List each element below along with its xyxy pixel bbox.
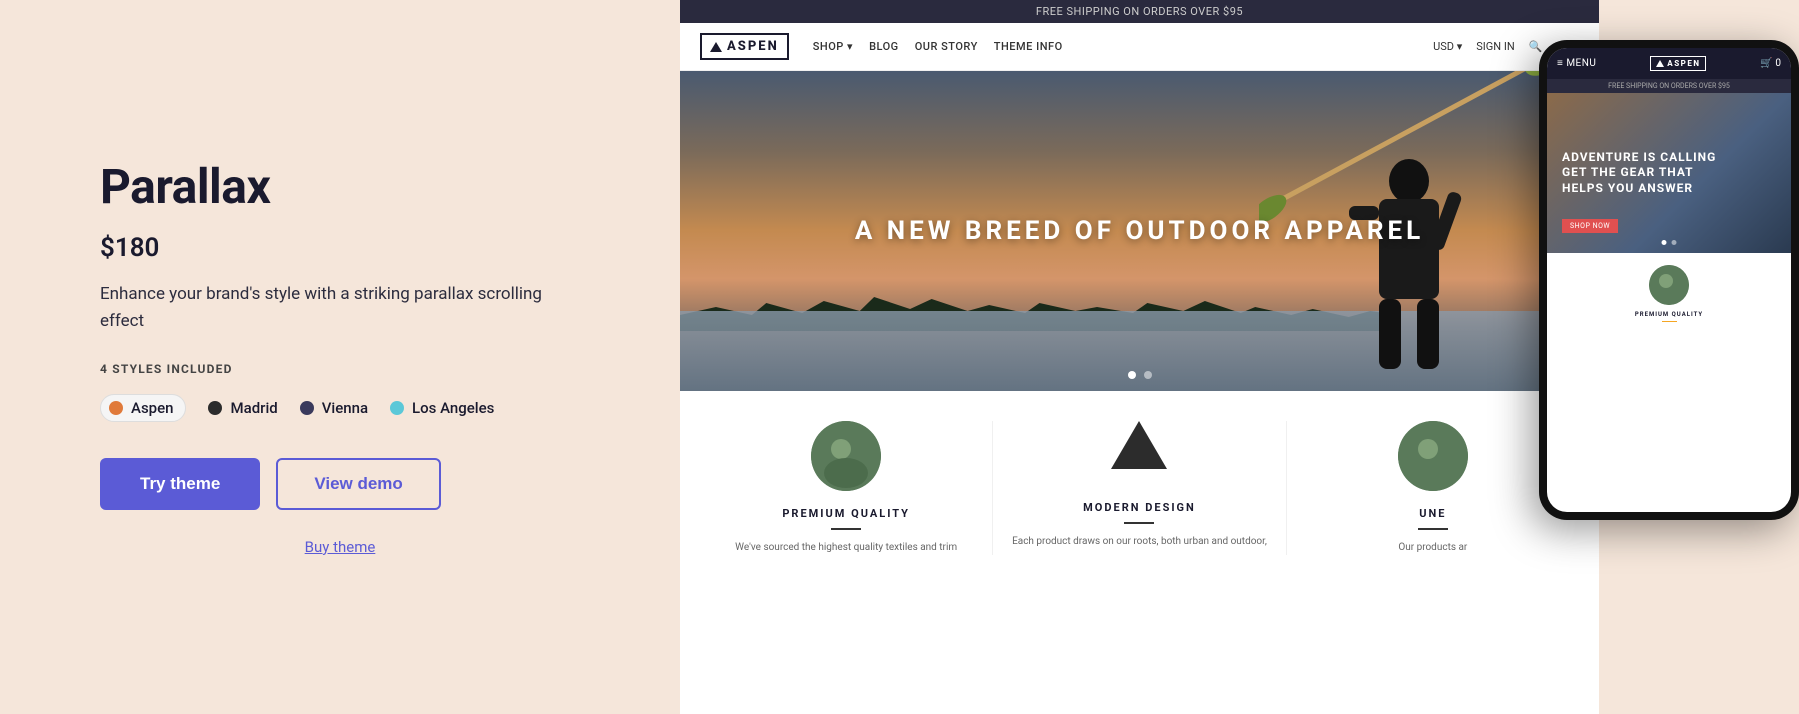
- buy-theme-link[interactable]: Buy theme: [100, 538, 580, 556]
- mobile-hero-text: ADVENTURE IS CALLINGGET THE GEAR THATHEL…: [1562, 150, 1716, 197]
- nav-shop[interactable]: SHOP ▾: [813, 40, 853, 53]
- mobile-feature-1: PREMIUM QUALITY: [1555, 265, 1783, 322]
- hero-overlay: A NEW BREED OF OUTDOOR APPAREL: [680, 71, 1599, 391]
- theme-title: Parallax: [100, 158, 580, 215]
- feature-3-icon: [1398, 421, 1468, 491]
- modern-design-desc: Each product draws on our roots, both ur…: [1008, 534, 1270, 549]
- vienna-label: Vienna: [322, 399, 368, 417]
- style-option-madrid[interactable]: Madrid: [208, 399, 277, 417]
- mobile-logo-text: ASPEN: [1667, 59, 1700, 68]
- style-option-aspen[interactable]: Aspen: [100, 394, 186, 422]
- nav-signin[interactable]: SIGN IN: [1476, 40, 1514, 53]
- premium-quality-icon: [811, 421, 881, 491]
- premium-quality-desc: We've sourced the highest quality textil…: [715, 540, 977, 555]
- mobile-logo: ASPEN: [1650, 56, 1706, 71]
- feature-3-title: UNE: [1302, 507, 1564, 520]
- mobile-logo-triangle-icon: [1656, 60, 1664, 67]
- style-options-group: Aspen Madrid Vienna Los Angeles: [100, 394, 580, 422]
- vienna-dot: [300, 401, 314, 415]
- mobile-shop-button[interactable]: SHOP NOW: [1562, 219, 1618, 233]
- premium-quality-underline: [831, 528, 861, 530]
- hero-text: A NEW BREED OF OUTDOOR APPAREL: [855, 216, 1424, 246]
- nav-links: SHOP ▾ BLOG OUR STORY THEME INFO: [813, 40, 1433, 53]
- mobile-announcement: FREE SHIPPING ON ORDERS OVER $95: [1547, 79, 1791, 93]
- hero-section: A NEW BREED OF OUTDOOR APPAREL: [680, 71, 1599, 391]
- mobile-menu-icon[interactable]: ≡ MENU: [1557, 58, 1596, 69]
- button-row: Try theme View demo: [100, 458, 580, 510]
- try-theme-button[interactable]: Try theme: [100, 458, 260, 510]
- nav-our-story[interactable]: OUR STORY: [915, 40, 978, 53]
- aspen-label: Aspen: [131, 399, 173, 417]
- feature-3-underline: [1418, 528, 1448, 530]
- aspen-dot: [109, 401, 123, 415]
- mobile-feature-1-underline: [1662, 321, 1677, 322]
- logo-triangle-icon: [710, 42, 722, 52]
- view-demo-button[interactable]: View demo: [276, 458, 441, 510]
- madrid-label: Madrid: [230, 399, 277, 417]
- feature-3-desc: Our products ar: [1302, 540, 1564, 555]
- mobile-preview-device: ≡ MENU ASPEN 🛒 0 FREE SHIPPING ON ORDERS…: [1539, 40, 1799, 520]
- la-dot: [390, 401, 404, 415]
- nav-search-icon[interactable]: 🔍: [1529, 40, 1543, 53]
- nav-theme-info[interactable]: THEME INFO: [994, 40, 1063, 53]
- mobile-dot-2[interactable]: [1672, 240, 1677, 245]
- mobile-feature-1-icon: [1649, 265, 1689, 305]
- mobile-hero: ADVENTURE IS CALLINGGET THE GEAR THATHEL…: [1547, 93, 1791, 253]
- modern-design-icon: [1111, 421, 1167, 469]
- left-panel: Parallax $180 Enhance your brand's style…: [0, 0, 680, 714]
- mobile-cart-icon[interactable]: 🛒 0: [1760, 58, 1781, 69]
- hero-dot-1[interactable]: [1128, 371, 1136, 379]
- feature-item-3: UNE Our products ar: [1287, 421, 1579, 555]
- styles-label: 4 STYLES INCLUDED: [100, 362, 580, 376]
- announcement-bar: FREE SHIPPING ON ORDERS OVER $95: [680, 0, 1599, 23]
- mobile-nav: ≡ MENU ASPEN 🛒 0: [1547, 48, 1791, 79]
- la-label: Los Angeles: [412, 399, 494, 417]
- madrid-dot: [208, 401, 222, 415]
- announcement-text: FREE SHIPPING ON ORDERS OVER $95: [1036, 5, 1243, 18]
- right-panel: FREE SHIPPING ON ORDERS OVER $95 ASPEN S…: [680, 0, 1799, 714]
- hero-dot-2[interactable]: [1144, 371, 1152, 379]
- mobile-hero-dots: [1662, 240, 1677, 245]
- mobile-features: PREMIUM QUALITY: [1547, 253, 1791, 334]
- nav-currency[interactable]: USD ▾: [1433, 40, 1462, 53]
- logo-text: ASPEN: [727, 39, 779, 54]
- modern-design-title: MODERN DESIGN: [1008, 501, 1270, 514]
- theme-price: $180: [100, 233, 580, 263]
- desktop-preview: FREE SHIPPING ON ORDERS OVER $95 ASPEN S…: [680, 0, 1599, 714]
- nav-logo: ASPEN: [700, 33, 789, 60]
- hero-pagination: [1128, 371, 1152, 379]
- mobile-dot-1[interactable]: [1662, 240, 1667, 245]
- style-option-la[interactable]: Los Angeles: [390, 399, 494, 417]
- feature-premium-quality: PREMIUM QUALITY We've sourced the highes…: [700, 421, 993, 555]
- premium-quality-title: PREMIUM QUALITY: [715, 507, 977, 520]
- features-section: PREMIUM QUALITY We've sourced the highes…: [680, 391, 1599, 575]
- nav-blog[interactable]: BLOG: [869, 40, 899, 53]
- theme-description: Enhance your brand's style with a striki…: [100, 281, 580, 334]
- mobile-feature-1-title: PREMIUM QUALITY: [1555, 311, 1783, 318]
- style-option-vienna[interactable]: Vienna: [300, 399, 368, 417]
- desktop-nav: ASPEN SHOP ▾ BLOG OUR STORY THEME INFO U…: [680, 23, 1599, 71]
- modern-design-underline: [1124, 522, 1154, 524]
- feature-modern-design: MODERN DESIGN Each product draws on our …: [993, 421, 1286, 555]
- mobile-screen: ≡ MENU ASPEN 🛒 0 FREE SHIPPING ON ORDERS…: [1547, 48, 1791, 512]
